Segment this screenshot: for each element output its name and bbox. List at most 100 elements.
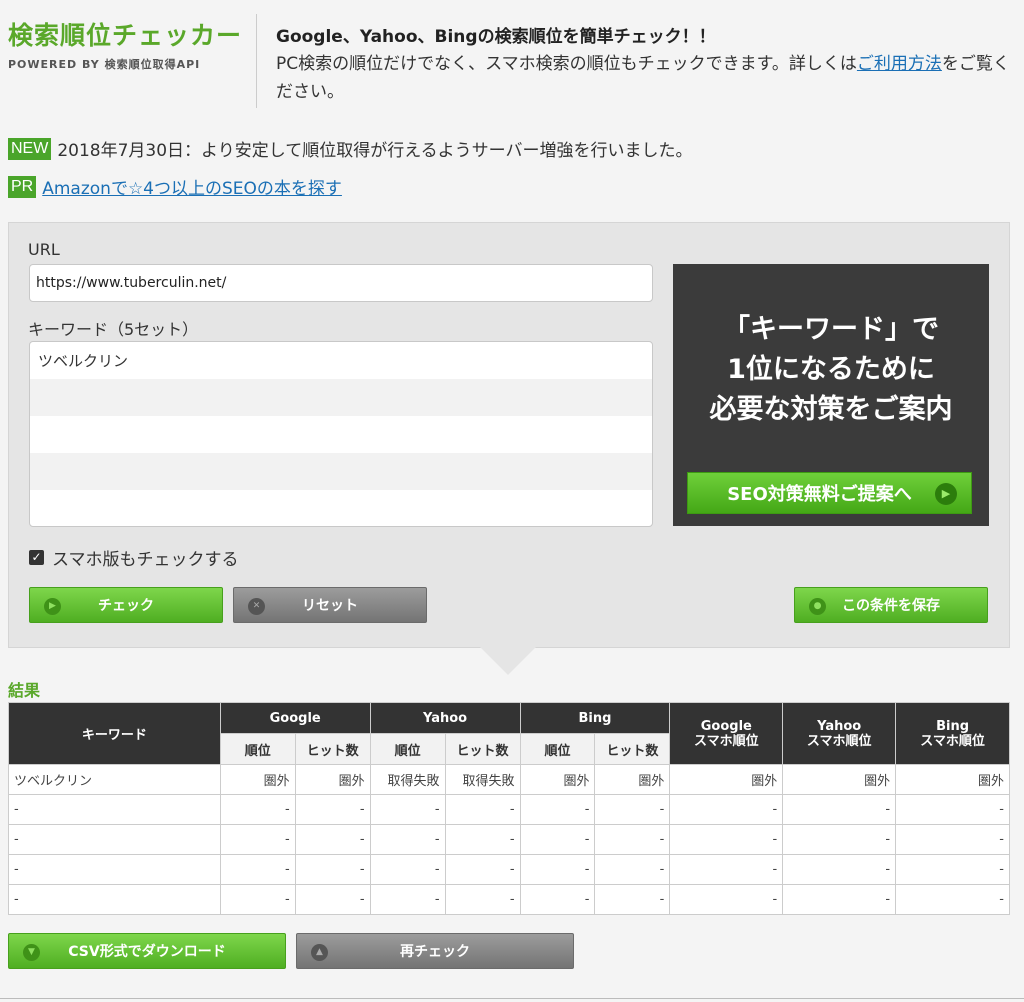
table-cell: - <box>594 854 671 885</box>
table-cell: - <box>8 794 221 825</box>
table-cell: - <box>519 854 596 885</box>
keyword-line <box>30 379 652 416</box>
table-cell: 圏外 <box>782 764 897 795</box>
url-label: URL <box>28 240 60 259</box>
table-cell: - <box>219 824 296 855</box>
table-cell: 圏外 <box>895 764 1010 795</box>
table-cell: - <box>8 824 221 855</box>
table-cell: - <box>294 824 371 855</box>
table-cell: - <box>8 884 221 915</box>
col-google-hits: ヒット数 <box>294 733 371 765</box>
table-cell: 圏外 <box>219 764 296 795</box>
page-headline: Google、Yahoo、Bingの検索順位を簡単チェック！！ <box>276 27 716 47</box>
ad-copy: 「キーワード」で 1位になるために 必要な対策をご案内 <box>709 314 953 425</box>
results-heading: 結果 <box>8 681 41 700</box>
col-yahoo-sp: Yahoo スマホ順位 <box>782 702 897 765</box>
table-cell: - <box>444 824 521 855</box>
table-cell: - <box>594 794 671 825</box>
pr-badge: PR <box>8 175 37 198</box>
table-row: - - - - - - - - - - <box>8 854 1010 885</box>
arrow-right-icon: ▶ <box>935 483 957 505</box>
table-row: ツベルクリン 圏外 圏外 取得失敗 取得失敗 圏外 圏外 圏外 圏外 圏外 <box>8 764 1010 795</box>
amazon-seo-books-link[interactable]: Amazonで☆4つ以上のSEOの本を探す <box>42 174 342 199</box>
site-logo[interactable]: 検索順位チェッカー POWERED BY 検索順位取得API <box>8 16 248 72</box>
table-cell: - <box>895 854 1010 885</box>
table-cell: - <box>369 794 446 825</box>
play-icon: ▶ <box>44 598 61 615</box>
table-cell: 圏外 <box>594 764 671 795</box>
page-description: PC検索の順位だけでなく、スマホ検索の順位もチェックできます。詳しくはご利用方法… <box>276 54 1010 102</box>
table-cell: - <box>669 794 784 825</box>
url-input[interactable] <box>29 264 653 302</box>
table-cell: - <box>369 884 446 915</box>
table-cell: - <box>294 884 371 915</box>
table-cell: - <box>895 884 1010 915</box>
table-cell: ツベルクリン <box>8 764 221 795</box>
new-badge: NEW <box>8 137 52 160</box>
table-cell: - <box>444 794 521 825</box>
reset-button[interactable]: ✕ リセット <box>233 587 427 623</box>
keyword-line <box>30 453 652 490</box>
table-cell: - <box>369 854 446 885</box>
table-cell: - <box>219 794 296 825</box>
table-cell: - <box>594 884 671 915</box>
smartphone-checkbox-label: スマホ版もチェックする <box>52 550 239 570</box>
smartphone-checkbox[interactable]: ✓ スマホ版もチェックする <box>29 545 239 570</box>
table-cell: - <box>669 854 784 885</box>
table-row: - - - - - - - - - - <box>8 794 1010 825</box>
table-cell: - <box>782 884 897 915</box>
col-yahoo-hits: ヒット数 <box>444 733 521 765</box>
col-google-rank: 順位 <box>219 733 296 765</box>
table-cell: - <box>782 854 897 885</box>
col-bing-rank: 順位 <box>519 733 596 765</box>
keyword-line <box>30 416 652 453</box>
close-icon: ✕ <box>248 598 265 615</box>
col-yahoo-rank: 順位 <box>369 733 446 765</box>
table-cell: - <box>519 884 596 915</box>
table-cell: - <box>294 794 371 825</box>
footer-divider <box>0 998 1024 999</box>
keyword-textarea[interactable]: ツベルクリン <box>29 341 653 527</box>
panel-pointer <box>480 647 536 675</box>
logo-title: 検索順位チェッカー <box>8 21 243 50</box>
table-cell: - <box>895 824 1010 855</box>
table-cell: 圏外 <box>294 764 371 795</box>
table-cell: - <box>369 824 446 855</box>
download-icon: ▼ <box>23 944 40 961</box>
news-notice: NEW 2018年7月30日：より安定して順位取得が行えるようサーバー増強を行い… <box>8 136 693 161</box>
col-google: Google <box>219 702 371 734</box>
table-cell: - <box>219 884 296 915</box>
news-text: 2018年7月30日：より安定して順位取得が行えるようサーバー増強を行いました。 <box>57 141 693 161</box>
col-google-sp: Google スマホ順位 <box>669 702 784 765</box>
checkbox-checked-icon[interactable]: ✓ <box>29 550 44 565</box>
check-button[interactable]: ▶ チェック <box>29 587 223 623</box>
table-cell: - <box>444 884 521 915</box>
seo-ad-banner[interactable]: 「キーワード」で 1位になるために 必要な対策をご案内 SEO対策無料ご提案へ … <box>673 264 989 526</box>
table-cell: - <box>519 794 596 825</box>
table-cell: 取得失敗 <box>444 764 521 795</box>
table-cell: - <box>594 824 671 855</box>
save-icon: ● <box>809 598 826 615</box>
table-cell: 取得失敗 <box>369 764 446 795</box>
table-cell: - <box>895 794 1010 825</box>
table-cell: - <box>219 854 296 885</box>
table-cell: - <box>294 854 371 885</box>
up-arrow-icon: ▲ <box>311 944 328 961</box>
table-cell: - <box>782 824 897 855</box>
results-table: キーワード Google Yahoo Bing Google スマホ順位 Yah… <box>8 702 1010 915</box>
col-keyword: キーワード <box>8 702 221 765</box>
table-cell: - <box>8 854 221 885</box>
header-divider <box>256 14 257 108</box>
keyword-line: ツベルクリン <box>38 352 129 370</box>
usage-link[interactable]: ご利用方法 <box>857 54 942 74</box>
save-conditions-button[interactable]: ● この条件を保存 <box>794 587 988 623</box>
logo-subtitle: POWERED BY 検索順位取得API <box>8 58 201 71</box>
recheck-button[interactable]: ▲ 再チェック <box>296 933 574 969</box>
col-yahoo: Yahoo <box>369 702 521 734</box>
table-cell: - <box>669 884 784 915</box>
table-cell: 圏外 <box>669 764 784 795</box>
seo-proposal-button[interactable]: SEO対策無料ご提案へ ▶ <box>687 472 972 514</box>
csv-download-button[interactable]: ▼ CSV形式でダウンロード <box>8 933 286 969</box>
promo-notice: PR Amazonで☆4つ以上のSEOの本を探す <box>8 174 342 199</box>
table-cell: - <box>444 854 521 885</box>
